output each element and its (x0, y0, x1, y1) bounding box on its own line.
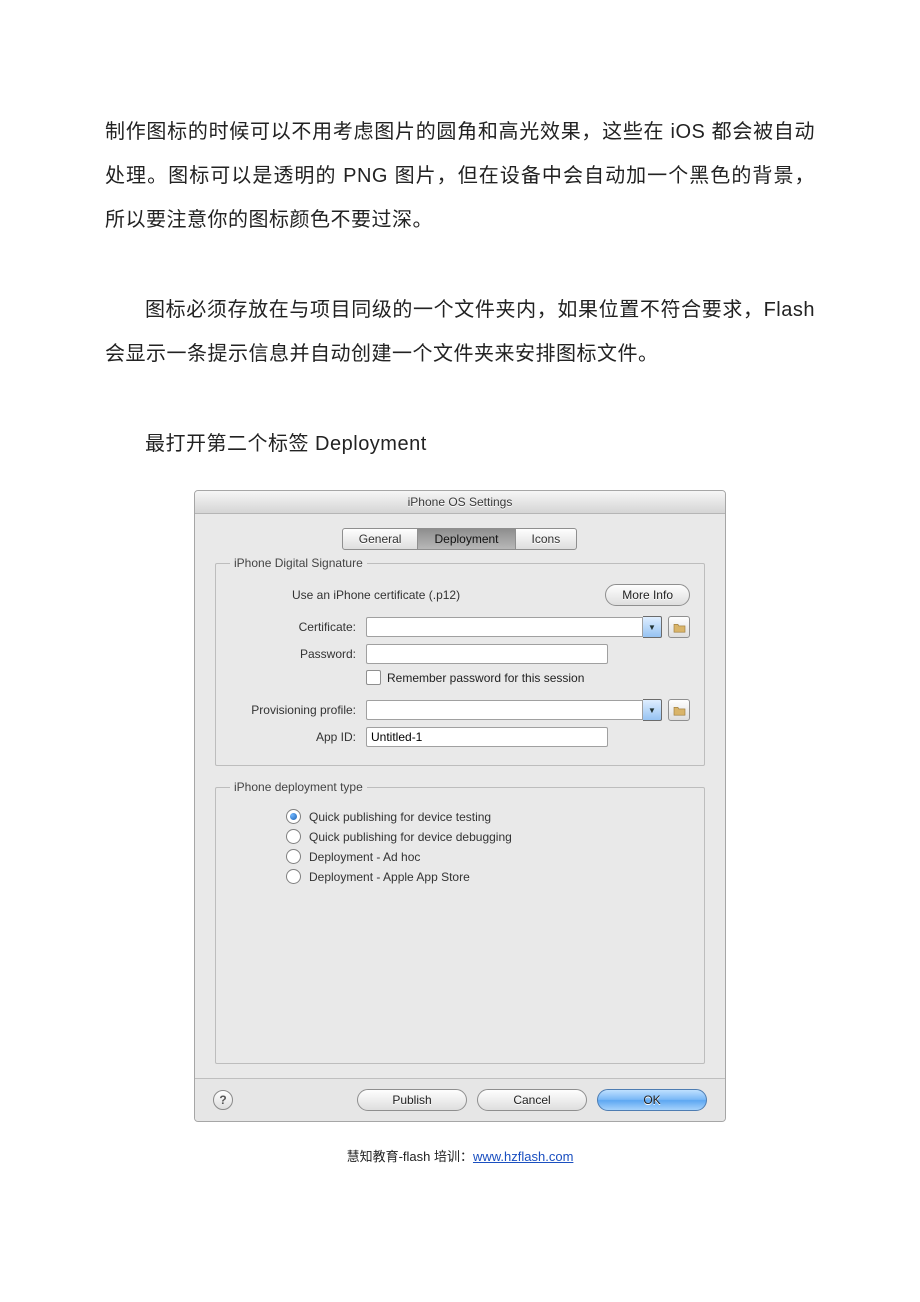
publish-button[interactable]: Publish (357, 1089, 467, 1111)
paragraph-2: 图标必须存放在与项目同级的一个文件夹内，如果位置不符合要求，Flash 会显示一… (105, 288, 815, 376)
certificate-hint: Use an iPhone certificate (.p12) (230, 588, 460, 602)
ok-button[interactable]: OK (597, 1089, 707, 1111)
radio-icon (286, 869, 301, 884)
cancel-button[interactable]: Cancel (477, 1089, 587, 1111)
deploy-option-appstore[interactable]: Deployment - Apple App Store (286, 869, 690, 884)
password-input[interactable] (366, 644, 608, 664)
dialog-title: iPhone OS Settings (195, 491, 725, 514)
dialog-footer: ? Publish Cancel OK (195, 1078, 725, 1121)
help-button[interactable]: ? (213, 1090, 233, 1110)
deploy-option-debugging[interactable]: Quick publishing for device debugging (286, 829, 690, 844)
radio-label: Deployment - Apple App Store (309, 870, 470, 884)
tab-deployment[interactable]: Deployment (417, 528, 515, 550)
provisioning-dropdown-icon[interactable]: ▼ (643, 699, 662, 721)
certificate-dropdown-icon[interactable]: ▼ (643, 616, 662, 638)
dialog-body: GeneralDeploymentIcons iPhone Digital Si… (195, 514, 725, 1064)
deploy-option-testing[interactable]: Quick publishing for device testing (286, 809, 690, 824)
page-footer: 慧知教育-flash 培训：www.hzflash.com (105, 1146, 815, 1165)
app-id-label: App ID: (230, 730, 366, 744)
footer-link[interactable]: www.hzflash.com (473, 1149, 573, 1164)
document-page: 制作图标的时候可以不用考虑图片的圆角和高光效果，这些在 iOS 都会被自动处理。… (0, 0, 920, 1195)
radio-label: Deployment - Ad hoc (309, 850, 420, 864)
paragraph-3: 最打开第二个标签 Deployment (105, 422, 815, 466)
folder-icon (673, 705, 686, 716)
iphone-os-settings-dialog: iPhone OS Settings GeneralDeploymentIcon… (194, 490, 726, 1122)
certificate-input[interactable] (366, 617, 643, 637)
app-id-input[interactable] (366, 727, 608, 747)
footer-prefix: 慧知教育-flash 培训： (347, 1149, 473, 1164)
radio-icon (286, 829, 301, 844)
folder-icon (673, 622, 686, 633)
certificate-combo[interactable]: ▼ (366, 616, 662, 638)
paragraph-1: 制作图标的时候可以不用考虑图片的圆角和高光效果，这些在 iOS 都会被自动处理。… (105, 110, 815, 242)
radio-icon (286, 849, 301, 864)
deployment-type-group: iPhone deployment type Quick publishing … (215, 780, 705, 1064)
tab-general[interactable]: General (342, 528, 419, 550)
deployment-type-legend: iPhone deployment type (230, 780, 367, 794)
remember-password-label: Remember password for this session (387, 671, 584, 685)
provisioning-combo[interactable]: ▼ (366, 699, 662, 721)
radio-label: Quick publishing for device testing (309, 810, 491, 824)
certificate-label: Certificate: (230, 620, 366, 634)
radio-icon (286, 809, 301, 824)
password-label: Password: (230, 647, 366, 661)
remember-password-checkbox[interactable] (366, 670, 381, 685)
provisioning-browse-button[interactable] (668, 699, 690, 721)
tab-bar: GeneralDeploymentIcons (215, 528, 705, 550)
digital-signature-group: iPhone Digital Signature Use an iPhone c… (215, 556, 705, 766)
deploy-option-adhoc[interactable]: Deployment - Ad hoc (286, 849, 690, 864)
provisioning-input[interactable] (366, 700, 643, 720)
radio-label: Quick publishing for device debugging (309, 830, 512, 844)
provisioning-label: Provisioning profile: (230, 703, 366, 717)
more-info-button[interactable]: More Info (605, 584, 690, 606)
certificate-browse-button[interactable] (668, 616, 690, 638)
digital-signature-legend: iPhone Digital Signature (230, 556, 367, 570)
tab-icons[interactable]: Icons (515, 528, 578, 550)
